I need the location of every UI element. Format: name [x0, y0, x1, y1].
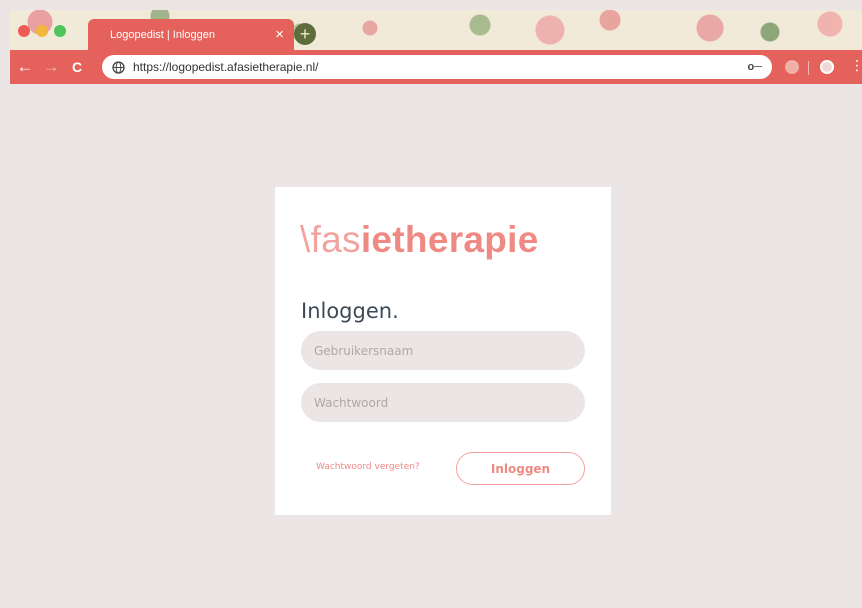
- tab-title: Logopedist | Inloggen: [110, 28, 215, 41]
- login-card: \fasietherapie Inloggen. Wachtwoord verg…: [275, 187, 611, 515]
- forward-icon[interactable]: →: [40, 55, 62, 79]
- tab-close-icon[interactable]: ×: [275, 27, 284, 42]
- url-text: https://logopedist.afasietherapie.nl/: [133, 60, 319, 74]
- password-field[interactable]: [301, 383, 585, 422]
- menu-icon[interactable]: ⋮: [850, 58, 862, 72]
- logo-light: \fas: [300, 219, 361, 260]
- toolbar-divider: [808, 61, 809, 75]
- forgot-password-link[interactable]: Wachtwoord vergeten?: [316, 462, 420, 472]
- login-button[interactable]: Inloggen: [456, 452, 585, 485]
- extension-icon[interactable]: [785, 60, 799, 74]
- username-field[interactable]: [301, 331, 585, 370]
- back-icon[interactable]: ←: [14, 55, 36, 79]
- address-bar[interactable]: https://logopedist.afasietherapie.nl/ o─: [102, 55, 772, 79]
- tab-bar: Logopedist | Inloggen × +: [10, 10, 862, 50]
- page-title: Inloggen.: [301, 299, 399, 323]
- maximize-window-icon[interactable]: [54, 25, 66, 37]
- new-tab-button[interactable]: +: [294, 23, 316, 45]
- globe-icon: [112, 60, 125, 74]
- tab-active[interactable]: Logopedist | Inloggen ×: [88, 19, 294, 50]
- close-window-icon[interactable]: [18, 25, 30, 37]
- minimize-window-icon[interactable]: [36, 25, 48, 37]
- key-icon[interactable]: o─: [747, 61, 762, 73]
- profile-icon[interactable]: [820, 60, 834, 74]
- logo-bold: ietherapie: [360, 219, 539, 260]
- logo: \fasietherapie: [300, 219, 539, 261]
- reload-icon[interactable]: C: [66, 55, 88, 79]
- browser-toolbar: ← → C https://logopedist.afasietherapie.…: [10, 50, 862, 84]
